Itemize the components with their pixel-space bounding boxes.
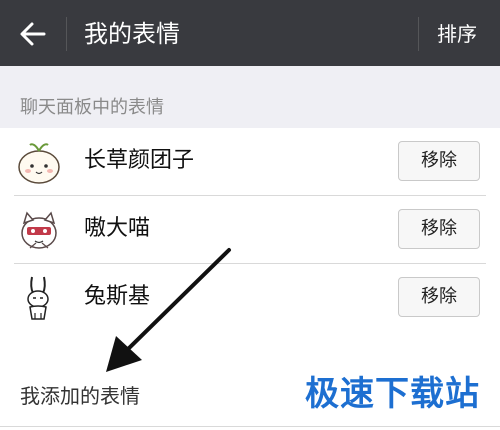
sticker-thumbnail <box>14 137 64 187</box>
row-divider <box>0 426 500 427</box>
sticker-name: 长草颜团子 <box>84 148 195 173</box>
sticker-name: 兔斯基 <box>84 284 151 309</box>
watermark: 极速下载站 <box>305 374 480 414</box>
added-section-title[interactable]: 我添加的表情 <box>20 382 140 410</box>
remove-button[interactable]: 移除 <box>398 277 480 317</box>
back-arrow-icon[interactable] <box>14 17 52 51</box>
list-item: 长草颜团子 移除 <box>0 128 500 196</box>
page-title: 我的表情 <box>84 20 180 48</box>
title-divider <box>66 17 67 51</box>
sticker-name: 嗷大喵 <box>84 216 151 241</box>
sticker-thumbnail <box>14 205 64 255</box>
list-item: 嗷大喵 移除 <box>0 196 500 264</box>
app-window: 我的表情 排序 聊天面板中的表情 长草颜团子 移除 嗷大喵 移除 兔斯基 移除 … <box>0 0 500 430</box>
panel-section-title: 聊天面板中的表情 <box>20 97 164 118</box>
remove-button[interactable]: 移除 <box>398 141 480 181</box>
list-item: 兔斯基 移除 <box>0 264 500 332</box>
remove-button[interactable]: 移除 <box>398 209 480 249</box>
sort-divider <box>418 17 419 51</box>
sticker-thumbnail <box>14 273 64 323</box>
sort-button[interactable]: 排序 <box>437 20 477 48</box>
top-bar: 我的表情 排序 <box>0 0 500 66</box>
